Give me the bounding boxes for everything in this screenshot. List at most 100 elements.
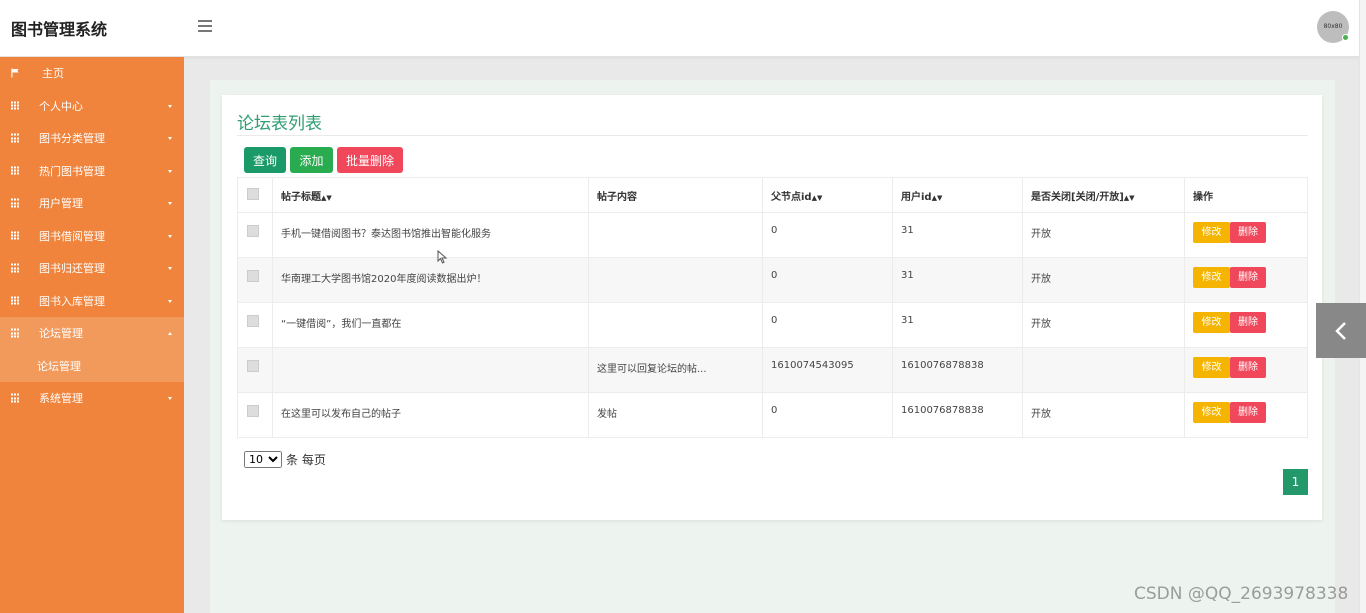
grid-icon: [11, 328, 20, 338]
cell-user-id: 31: [892, 212, 1023, 258]
query-button[interactable]: 查询: [244, 147, 286, 173]
sidebar-item-users[interactable]: 用户管理: [0, 187, 184, 220]
select-all-checkbox[interactable]: [247, 187, 259, 200]
cell-content: [588, 212, 763, 258]
cell-actions: 修改 删除: [1184, 257, 1308, 303]
per-page-label: 条 每页: [286, 453, 326, 467]
cell-actions: 修改 删除: [1184, 302, 1308, 348]
column-header-closed[interactable]: 是否关闭[关闭/开放]▲▼: [1022, 177, 1185, 213]
sort-icon: ▲▼: [931, 193, 943, 202]
cell-parent-id: 1610074543095: [762, 347, 893, 393]
chevron-down-icon: [168, 234, 172, 238]
table-row: “一键借阅”，我们一直都在 0 31 开放 修改 删除: [237, 302, 1308, 348]
cell-closed: 开放: [1022, 257, 1185, 303]
edit-button[interactable]: 修改: [1193, 312, 1230, 333]
row-checkbox[interactable]: [247, 315, 259, 327]
chevron-down-icon: [168, 169, 172, 173]
row-checkbox[interactable]: [247, 225, 259, 237]
add-button[interactable]: 添加: [290, 147, 333, 173]
cell-title: [272, 347, 589, 393]
cell-parent-id: 0: [762, 257, 893, 303]
chevron-down-icon: [168, 267, 172, 271]
cell-user-id: 1610076878838: [892, 347, 1023, 393]
cell-parent-id: 0: [762, 302, 893, 348]
delete-button[interactable]: 删除: [1230, 402, 1266, 423]
cell-closed: 开放: [1022, 212, 1185, 258]
top-bar: 图书管理系统 80x80: [0, 0, 1366, 57]
sort-icon: ▲▼: [811, 193, 823, 202]
sidebar-item-label: 图书分类管理: [39, 132, 105, 146]
sidebar-item-label: 热门图书管理: [39, 164, 105, 178]
online-status-dot: [1342, 34, 1349, 41]
cell-user-id: 1610076878838: [892, 392, 1023, 438]
sidebar-subitem-forum[interactable]: 论坛管理: [0, 349, 184, 382]
grid-icon: [11, 263, 20, 273]
cell-title: 手机一键借阅图书？泰达图书馆推出智能化服务: [272, 212, 589, 258]
edit-button[interactable]: 修改: [1193, 357, 1230, 378]
table-row: 华南理工大学图书馆2020年度阅读数据出炉！ 0 31 开放 修改 删除: [237, 257, 1308, 303]
sidebar-item-book-category[interactable]: 图书分类管理: [0, 122, 184, 155]
title-divider: [237, 135, 1308, 136]
side-collapse-tab[interactable]: [1316, 303, 1366, 358]
column-header-actions: 操作: [1184, 177, 1308, 213]
page-size-select[interactable]: 10: [244, 451, 282, 468]
cell-user-id: 31: [892, 302, 1023, 348]
column-header-parent-id[interactable]: 父节点id▲▼: [762, 177, 893, 213]
row-checkbox[interactable]: [247, 270, 259, 282]
row-select-cell: [237, 257, 273, 303]
batch-delete-button[interactable]: 批量删除: [337, 147, 403, 173]
edit-button[interactable]: 修改: [1193, 402, 1230, 423]
column-header-title[interactable]: 帖子标题▲▼: [272, 177, 589, 213]
delete-button[interactable]: 删除: [1230, 222, 1266, 243]
sort-icon: ▲▼: [1123, 193, 1135, 202]
table-header-row: 帖子标题▲▼ 帖子内容 父节点id▲▼ 用户id▲▼ 是否关闭[关闭/开放]▲▼…: [237, 177, 1308, 213]
chevron-up-icon: [168, 332, 172, 336]
sidebar-item-hot-books[interactable]: 热门图书管理: [0, 155, 184, 188]
cell-actions: 修改 删除: [1184, 212, 1308, 258]
cell-closed: 开放: [1022, 392, 1185, 438]
sidebar-item-home[interactable]: 主页: [0, 57, 184, 90]
grid-icon: [11, 198, 20, 208]
grid-icon: [11, 393, 20, 403]
menu-toggle-icon[interactable]: [198, 20, 212, 32]
sidebar-item-personal-center[interactable]: 个人中心: [0, 90, 184, 123]
delete-button[interactable]: 删除: [1230, 357, 1266, 378]
sidebar: 主页 个人中心 图书分类管理 热门图书管理 用户管理 图书借阅管理 图书归还管理…: [0, 57, 184, 613]
edit-button[interactable]: 修改: [1193, 222, 1230, 243]
cell-parent-id: 0: [762, 212, 893, 258]
sidebar-item-stock-in[interactable]: 图书入库管理: [0, 285, 184, 318]
column-header-content: 帖子内容: [588, 177, 763, 213]
delete-button[interactable]: 删除: [1230, 312, 1266, 333]
flag-icon: [11, 68, 19, 78]
delete-button[interactable]: 删除: [1230, 267, 1266, 288]
select-all-cell: [237, 177, 273, 213]
chevron-down-icon: [168, 202, 172, 206]
page-title: 论坛表列表: [237, 114, 322, 134]
sidebar-item-label: 论坛管理: [39, 327, 83, 341]
sidebar-item-label: 系统管理: [39, 392, 83, 406]
sidebar-item-label: 用户管理: [39, 197, 83, 211]
cell-user-id: 31: [892, 257, 1023, 303]
edit-button[interactable]: 修改: [1193, 267, 1230, 288]
grid-icon: [11, 166, 20, 175]
sidebar-item-forum[interactable]: 论坛管理: [0, 317, 184, 350]
grid-icon: [11, 231, 20, 240]
table-body: 手机一键借阅图书？泰达图书馆推出智能化服务 0 31 开放 修改 删除 华南理工大学图书馆2…: [237, 212, 1308, 438]
sidebar-item-borrow[interactable]: 图书借阅管理: [0, 220, 184, 253]
row-select-cell: [237, 302, 273, 348]
row-checkbox[interactable]: [247, 405, 259, 417]
sidebar-item-system[interactable]: 系统管理: [0, 382, 184, 415]
row-checkbox[interactable]: [247, 360, 259, 372]
chevron-down-icon: [168, 299, 172, 303]
cell-content: 这里可以回复论坛的帖...: [588, 347, 763, 393]
sort-icon: ▲▼: [321, 193, 332, 202]
watermark: CSDN @QQ_2693978338: [1134, 584, 1349, 604]
row-select-cell: [237, 347, 273, 393]
cell-title: 在这里可以发布自己的帖子: [272, 392, 589, 438]
page-button-1[interactable]: 1: [1283, 469, 1308, 495]
sidebar-item-return[interactable]: 图书归还管理: [0, 252, 184, 285]
app-title: 图书管理系统: [11, 20, 108, 39]
column-header-user-id[interactable]: 用户id▲▼: [892, 177, 1023, 213]
cell-content: [588, 302, 763, 348]
cell-closed: [1022, 347, 1185, 393]
